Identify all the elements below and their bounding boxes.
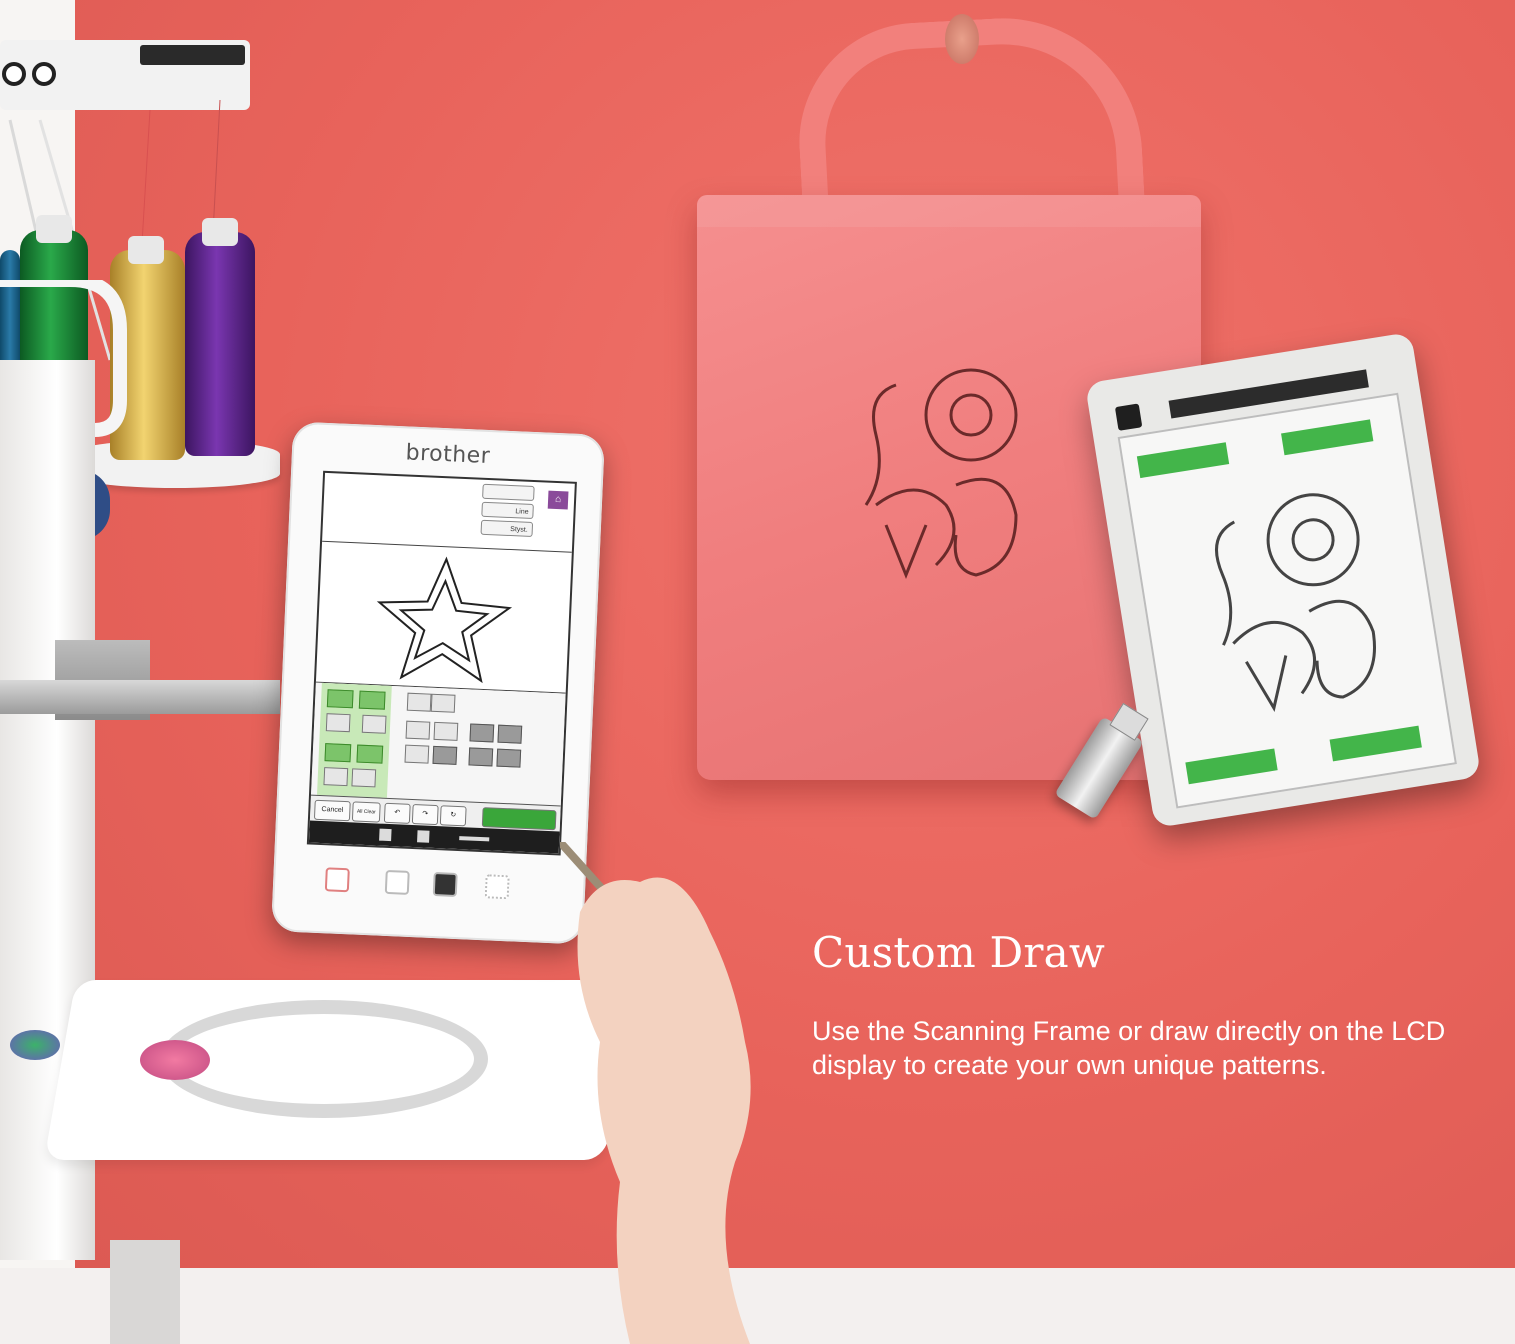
eyedropper-icon[interactable] [325,713,351,733]
fill-icon[interactable] [358,690,386,710]
feature-description: Use the Scanning Frame or draw directly … [812,1016,1446,1080]
hand-with-stylus [560,842,751,1344]
select-icon[interactable] [405,720,431,740]
star-drawing [376,556,513,684]
grid-icon [417,830,430,843]
scissors-icon[interactable] [432,745,458,765]
green-magnet [1329,725,1422,762]
thread-spool-purple [185,232,255,456]
product-feature-page: brother Line Styst. ⌂ Cancel All Clear ↶… [0,0,1515,1344]
refresh-icon[interactable]: ↻ [439,805,467,827]
green-magnet [1281,419,1374,456]
style-button[interactable]: Styst. [480,519,534,537]
zoom-out-icon[interactable] [406,692,432,712]
love-embroidery [864,368,1018,580]
tool-panel [311,682,566,806]
thread-cut-button[interactable] [384,869,410,895]
eraser-icon[interactable] [324,743,352,763]
redo-icon[interactable]: ↷ [411,804,439,826]
spool-cap [36,215,72,243]
wall-peg [945,14,979,64]
table-leg [110,1240,180,1344]
spool-cap [202,218,238,246]
line-style-icon[interactable] [361,714,387,734]
lcd-tablet: brother Line Styst. ⌂ Cancel All Clear ↶… [271,421,605,945]
green-magnet [1136,442,1230,479]
embroidery-flower [140,1040,210,1080]
rectangle-icon[interactable] [404,744,430,764]
undo-icon[interactable]: ↶ [383,802,411,824]
needle-position-button[interactable] [432,871,458,898]
zoom-in-icon[interactable] [430,693,456,713]
rotate-button[interactable] [497,724,523,744]
scanning-frame [1084,331,1482,829]
ok-button[interactable] [481,807,557,831]
love-pattern-sheet [1215,493,1376,712]
scan-area [1117,392,1457,809]
embroidery-flower [10,1030,60,1060]
lcd-screen[interactable]: Line Styst. ⌂ Cancel All Clear ↶ ↷ ↻ [306,470,577,856]
line-button[interactable]: Line [481,501,534,519]
stamp-icon[interactable] [356,744,384,764]
delete-icon[interactable] [496,748,522,768]
keypad-button[interactable] [484,874,510,900]
camera-icon [1114,403,1143,431]
spool-cap [128,236,164,264]
carriage-rod [0,680,280,714]
paste-icon[interactable] [468,747,494,767]
stitch-type-button[interactable] [482,483,535,502]
pen-icon[interactable] [326,689,354,709]
frame-size-icon [459,836,490,842]
eyedropper-icon[interactable] [323,767,349,787]
cancel-button[interactable]: Cancel [313,799,351,822]
lasso-icon[interactable] [433,721,459,741]
file-icon [379,828,392,842]
bag-rim [697,195,1201,227]
start-stop-button[interactable] [324,867,350,893]
brand-logo: brother [405,440,491,470]
drawing-canvas[interactable] [315,541,572,694]
size-button[interactable] [469,723,495,743]
feature-heading: Custom Draw [812,928,1106,977]
swatch-icon[interactable] [351,768,377,788]
home-icon[interactable]: ⌂ [547,490,569,510]
all-clear-button[interactable]: All Clear [351,801,381,823]
screen-header: Line Styst. ⌂ [322,472,575,553]
green-magnet [1185,748,1278,785]
